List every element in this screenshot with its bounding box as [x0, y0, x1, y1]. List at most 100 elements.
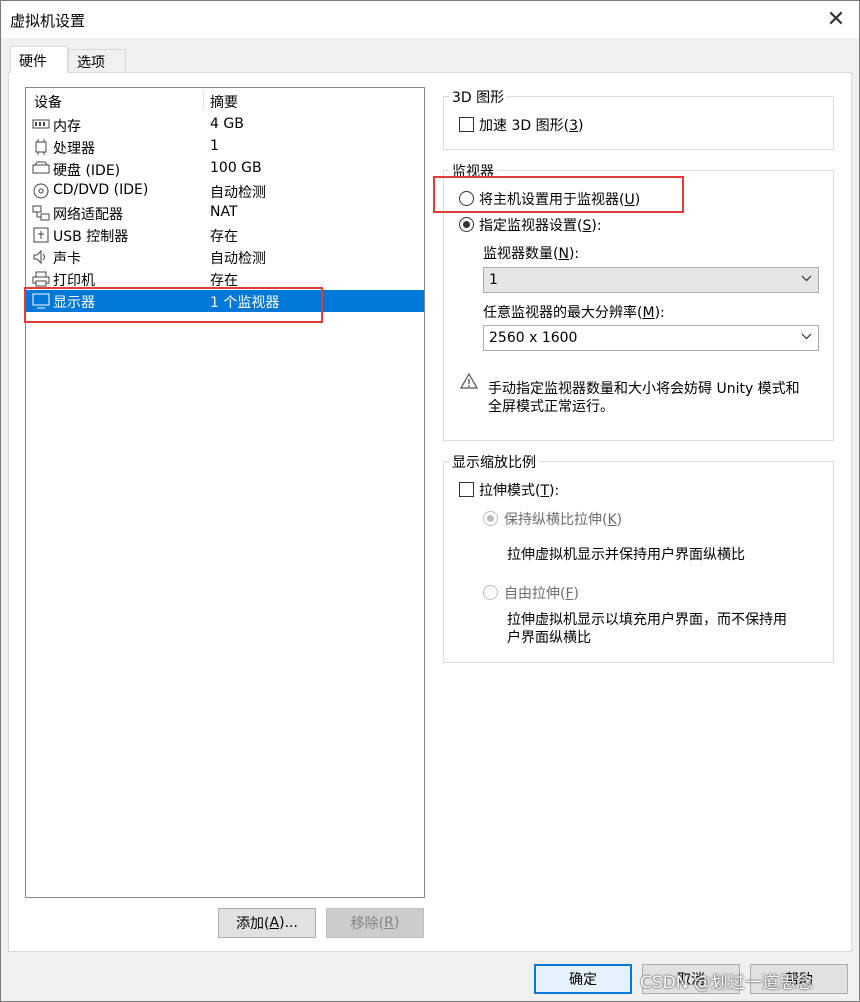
device-name: CD/DVD (IDE) [53, 182, 149, 198]
device-name: 硬盘 (IDE) [53, 163, 121, 179]
keep-aspect-accel: K [607, 512, 617, 528]
stretch-mode-text: 拉伸模式( [479, 483, 541, 499]
keep-aspect-label[interactable]: 保持纵横比拉伸(K) [504, 509, 622, 529]
device-list-header: 设备 摘要 [26, 88, 424, 112]
memory-icon [32, 117, 50, 133]
device-summary: 1 [210, 138, 219, 154]
accelerate-3d-text: 加速 3D 图形( [479, 118, 570, 134]
device-row-network[interactable]: 网络适配器 NAT [26, 202, 424, 224]
close-icon[interactable]: ✕ [820, 4, 852, 34]
device-row-processor[interactable]: 处理器 1 [26, 136, 424, 158]
remove-button-label: 移除( [350, 916, 385, 932]
window-title: 虚拟机设置 [10, 12, 86, 30]
use-host-text: 将主机设置用于监视器( [479, 192, 625, 208]
keep-aspect-radio[interactable] [483, 511, 498, 526]
specify-monitor-label[interactable]: 指定监视器设置(S): [479, 215, 602, 235]
printer-icon [32, 271, 50, 287]
device-name: 声卡 [53, 251, 81, 267]
specify-monitor-text: 指定监视器设置( [479, 218, 583, 234]
stretch-mode-checkbox[interactable] [459, 482, 474, 497]
column-summary[interactable]: 摘要 [210, 92, 238, 112]
accelerate-3d-suffix: ) [577, 118, 584, 134]
processor-icon [32, 139, 50, 155]
free-stretch-suffix: ) [573, 586, 579, 602]
stretch-mode-accel: T [540, 483, 550, 499]
device-row-sound[interactable]: 声卡 自动检测 [26, 246, 424, 268]
device-name: 打印机 [53, 273, 95, 289]
chevron-down-icon [801, 272, 812, 287]
tab-hardware[interactable]: 硬件 [10, 46, 68, 73]
harddisk-icon [32, 161, 50, 177]
monitor-count-value: 1 [489, 272, 498, 288]
accelerate-3d-label[interactable]: 加速 3D 图形(3) [479, 115, 583, 135]
network-adapter-icon [32, 205, 50, 221]
remove-button[interactable]: 移除(R) [326, 908, 424, 938]
max-resolution-text: 任意监视器的最大分辨率( [483, 305, 643, 321]
device-list[interactable]: 设备 摘要 内存 4 GB 处理器 1 硬盘 (IDE) 100 GB CD/D… [25, 87, 425, 898]
warning-icon [459, 372, 479, 389]
device-summary: NAT [210, 204, 238, 220]
free-stretch-description: 拉伸虚拟机显示以填充用户界面，而不保持用 户界面纵横比 [507, 611, 827, 647]
device-name: 网络适配器 [53, 207, 123, 223]
ok-button[interactable]: 确定 [534, 964, 632, 994]
max-resolution-label: 任意监视器的最大分辨率(M): [483, 302, 665, 322]
free-stretch-text: 自由拉伸( [504, 586, 566, 602]
device-name: 处理器 [53, 141, 95, 157]
monitor-count-select[interactable]: 1 [483, 267, 819, 293]
use-host-radio[interactable] [459, 191, 474, 206]
monitor-count-text: 监视器数量( [483, 246, 559, 262]
free-stretch-desc-line2: 户界面纵横比 [507, 630, 591, 646]
device-row-usb[interactable]: USB 控制器 存在 [26, 224, 424, 246]
accelerate-3d-accel: 3 [569, 118, 578, 134]
device-name: 内存 [53, 119, 81, 135]
accelerate-3d-checkbox[interactable] [459, 117, 474, 132]
stretch-mode-suffix: ): [549, 483, 560, 499]
cd-dvd-icon [32, 183, 50, 199]
free-stretch-accel: F [565, 586, 574, 602]
device-name: 显示器 [53, 295, 95, 311]
usb-icon [32, 227, 50, 243]
add-button[interactable]: 添加(A)... [218, 908, 316, 938]
use-host-label[interactable]: 将主机设置用于监视器(U) [479, 189, 640, 209]
column-device[interactable]: 设备 [34, 92, 62, 112]
specify-monitor-radio[interactable] [459, 217, 474, 232]
monitor-warning-line1: 手动指定监视器数量和大小将会妨碍 Unity 模式和 [488, 381, 800, 397]
monitor-warning-text: 手动指定监视器数量和大小将会妨碍 Unity 模式和 全屏模式正常运行。 [488, 380, 828, 416]
use-host-suffix: ) [634, 192, 641, 208]
device-summary: 自动检测 [210, 185, 266, 201]
specify-monitor-suffix: ): [591, 218, 602, 234]
device-summary: 存在 [210, 229, 238, 245]
sound-card-icon [32, 249, 50, 265]
max-resolution-accel: M [642, 305, 655, 321]
free-stretch-desc-line1: 拉伸虚拟机显示以填充用户界面，而不保持用 [507, 612, 787, 628]
column-separator [203, 91, 204, 109]
monitor-title: 监视器 [449, 161, 497, 181]
stretch-mode-label[interactable]: 拉伸模式(T): [479, 480, 559, 500]
add-button-label: 添加( [236, 916, 270, 932]
title-bar: 虚拟机设置 ✕ [0, 0, 860, 38]
watermark: CSDN @划过一道思念 [640, 973, 813, 993]
device-summary: 自动检测 [210, 251, 266, 267]
device-row-cd-dvd[interactable]: CD/DVD (IDE) 自动检测 [26, 180, 424, 202]
device-row-memory[interactable]: 内存 4 GB [26, 114, 424, 136]
free-stretch-label[interactable]: 自由拉伸(F) [504, 583, 579, 603]
device-summary: 4 GB [210, 116, 244, 132]
monitor-count-suffix: ): [568, 246, 580, 262]
max-resolution-select[interactable]: 2560 x 1600 [483, 325, 819, 351]
device-summary: 100 GB [210, 160, 262, 176]
keep-aspect-text: 保持纵横比拉伸( [504, 512, 608, 528]
device-row-display[interactable]: 显示器 1 个监视器 [26, 290, 424, 312]
remove-button-accel: R [384, 915, 394, 931]
keep-aspect-description: 拉伸虚拟机显示并保持用户界面纵横比 [507, 547, 745, 563]
device-name: USB 控制器 [53, 229, 129, 245]
keep-aspect-suffix: ) [616, 512, 623, 528]
chevron-down-icon [801, 330, 812, 345]
display-icon [32, 293, 50, 309]
device-row-harddisk[interactable]: 硬盘 (IDE) 100 GB [26, 158, 424, 180]
use-host-accel: U [624, 192, 635, 208]
tab-options[interactable]: 选项 [68, 49, 126, 72]
device-row-printer[interactable]: 打印机 存在 [26, 268, 424, 290]
device-summary: 存在 [210, 273, 238, 289]
device-summary: 1 个监视器 [210, 295, 280, 311]
free-stretch-radio[interactable] [483, 585, 498, 600]
